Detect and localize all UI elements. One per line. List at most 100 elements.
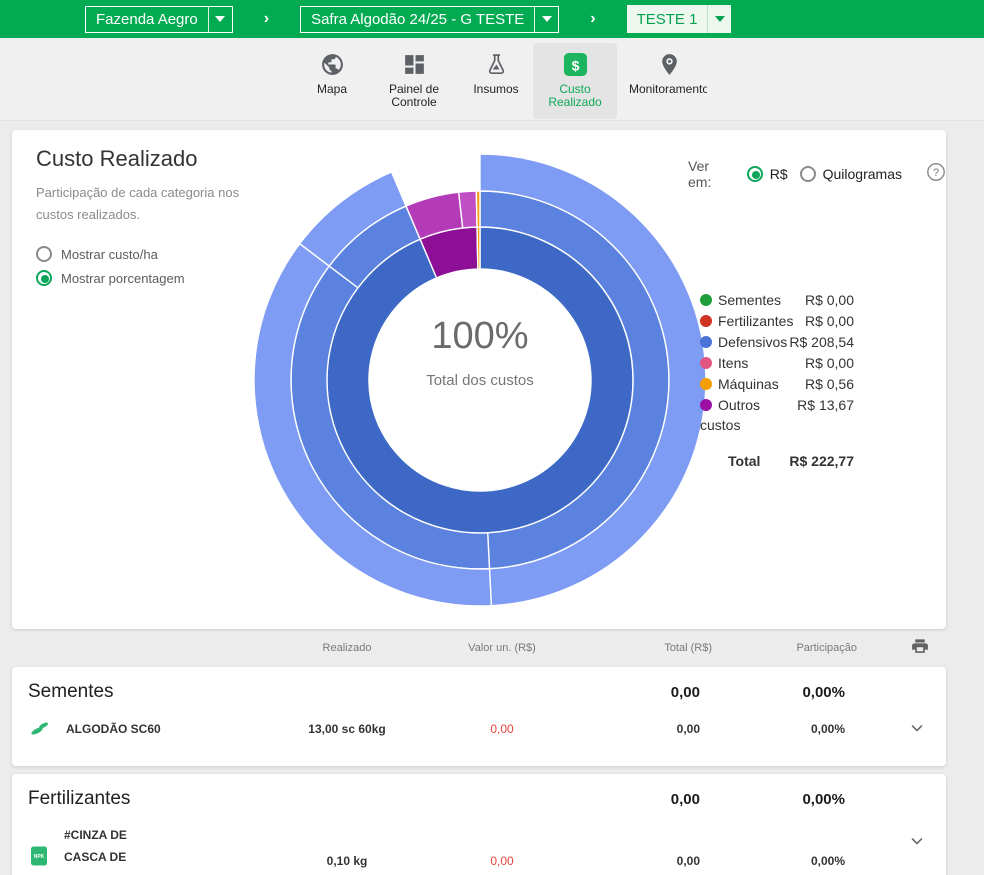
sunburst-segment[interactable] xyxy=(327,227,633,533)
tab-monitoramento[interactable]: Monitoramento xyxy=(617,43,707,119)
legend-dot-icon xyxy=(700,357,712,369)
radio-quilogramas[interactable]: Quilogramas xyxy=(800,166,902,182)
legend-item: ItensR$ 0,00 xyxy=(700,353,854,373)
tab-strip: Mapa Painel de Controle Insumos $ Custo … xyxy=(0,38,984,121)
legend-item-value: R$ 0,00 xyxy=(805,311,854,331)
section-participacao: 0,00% xyxy=(712,684,857,701)
expand-row-button[interactable] xyxy=(857,834,930,851)
product-realizado: 13,00 sc 60kg xyxy=(262,722,432,736)
legend-item: Máquinas R$ 0,56 xyxy=(700,374,854,394)
legend-item-value: R$ 13,67 xyxy=(797,395,854,415)
page-subtitle: Participação de cada categoria nos custo… xyxy=(36,182,248,226)
seed-icon xyxy=(28,717,52,741)
print-button[interactable] xyxy=(857,637,930,659)
radio-icon[interactable] xyxy=(36,246,52,262)
tabs: Mapa Painel de Controle Insumos $ Custo … xyxy=(295,43,707,119)
section-name: Sementes xyxy=(28,681,262,703)
radio-reais[interactable]: R$ xyxy=(747,166,788,182)
radio-label: Mostrar custo/ha xyxy=(61,247,158,262)
radio-icon-selected[interactable] xyxy=(747,166,763,182)
section-card-sementes: Sementes0,000,00%ALGODÃO SC6013,00 sc 60… xyxy=(12,667,946,766)
table-header-row: Realizado Valor un. (R$) Total (R$) Part… xyxy=(12,637,946,659)
product-total: 0,00 xyxy=(572,722,712,736)
legend-item-value: R$ 208,54 xyxy=(789,332,854,352)
svg-text:?: ? xyxy=(933,167,939,179)
chevron-down-icon[interactable] xyxy=(208,7,232,32)
expand-row-button[interactable] xyxy=(857,721,930,738)
radio-mostrar-custo-ha[interactable]: Mostrar custo/ha xyxy=(36,246,185,262)
chevron-down-icon xyxy=(910,834,924,848)
legend-item-value: R$ 0,56 xyxy=(805,374,854,394)
legend-item: DefensivosR$ 208,54 xyxy=(700,332,854,352)
season-selector-label: Safra Algodão 24/25 - G TESTE xyxy=(301,11,534,28)
legend-dot-icon xyxy=(700,336,712,348)
svg-text:$: $ xyxy=(571,57,579,73)
flask-icon xyxy=(484,52,509,77)
legend-item-label: Outros custos xyxy=(700,395,797,435)
col-header-participacao: Participação xyxy=(712,642,857,654)
svg-text:NPK: NPK xyxy=(34,854,45,860)
tab-mapa[interactable]: Mapa xyxy=(295,43,369,119)
product-valor-un: 0,00 xyxy=(432,854,572,868)
legend-dot-icon xyxy=(700,378,712,390)
legend-item-label: Fertilizantes xyxy=(700,311,793,331)
custo-realizado-panel: Custo Realizado Participação de cada cat… xyxy=(12,130,946,629)
chevron-down-icon[interactable] xyxy=(707,5,731,33)
season-selector[interactable]: Safra Algodão 24/25 - G TESTE xyxy=(300,6,559,33)
tab-insumos[interactable]: Insumos xyxy=(459,43,533,119)
tab-label: Monitoramento xyxy=(629,83,707,96)
map-pin-icon xyxy=(657,52,682,77)
help-icon[interactable]: ? xyxy=(926,162,946,187)
radio-label: Quilogramas xyxy=(823,166,902,182)
display-mode-radios: Mostrar custo/ha Mostrar porcentagem xyxy=(36,246,185,294)
plot-selector-label: TESTE 1 xyxy=(627,11,708,28)
product-name-cell: NPK#CINZA DECASCA DE xyxy=(28,824,262,868)
globe-icon xyxy=(320,52,345,77)
legend-item: Fertilizantes R$ 0,00 xyxy=(700,311,854,331)
col-header-valor-un: Valor un. (R$) xyxy=(432,642,572,654)
radio-label: R$ xyxy=(770,166,788,182)
legend-dot-icon xyxy=(700,315,712,327)
farm-selector-label: Fazenda Aegro xyxy=(86,11,208,28)
product-total: 0,00 xyxy=(572,854,712,868)
sunburst-segment[interactable] xyxy=(459,191,477,228)
legend-total-value: R$ 222,77 xyxy=(789,451,854,471)
radio-mostrar-porcentagem[interactable]: Mostrar porcentagem xyxy=(36,270,185,286)
legend-item-label: Máquinas xyxy=(700,374,779,394)
plot-selector[interactable]: TESTE 1 xyxy=(627,5,732,33)
product-participacao: 0,00% xyxy=(712,722,857,736)
product-name-cell: ALGODÃO SC60 xyxy=(28,717,262,741)
product-row[interactable]: ALGODÃO SC6013,00 sc 60kg0,000,000,00% xyxy=(28,717,930,741)
radio-icon[interactable] xyxy=(800,166,816,182)
page-title: Custo Realizado xyxy=(36,146,197,172)
top-bar: Fazenda Aegro › Safra Algodão 24/25 - G … xyxy=(0,0,984,38)
section-header: Sementes0,000,00% xyxy=(28,667,930,703)
fertilizer-icon: NPK xyxy=(28,844,50,868)
breadcrumb-separator-icon: › xyxy=(264,10,269,28)
chevron-down-icon[interactable] xyxy=(534,7,558,32)
legend-item: SementesR$ 0,00 xyxy=(700,290,854,310)
sunburst-segment[interactable] xyxy=(476,191,480,227)
legend-item-label: Itens xyxy=(700,353,748,373)
sunburst-segment[interactable] xyxy=(477,227,480,269)
legend-item-label: Defensivos xyxy=(700,332,787,352)
col-header-realizado: Realizado xyxy=(262,642,432,654)
tab-painel-de-controle[interactable]: Painel de Controle xyxy=(369,43,459,119)
farm-selector[interactable]: Fazenda Aegro xyxy=(85,6,233,33)
product-valor-un: 0,00 xyxy=(432,722,572,736)
product-name: ALGODÃO SC60 xyxy=(66,718,161,740)
product-row[interactable]: NPK#CINZA DECASCA DE0,10 kg0,000,000,00% xyxy=(28,824,930,868)
tab-label: Custo Realizado xyxy=(548,83,601,109)
legend-dot-icon xyxy=(700,294,712,306)
tab-custo-realizado[interactable]: $ Custo Realizado xyxy=(533,43,617,119)
unit-toggle: Ver em: R$ Quilogramas ? xyxy=(688,158,946,190)
col-header-total: Total (R$) xyxy=(572,642,712,654)
product-participacao: 0,00% xyxy=(712,854,857,868)
legend-dot-icon xyxy=(700,399,712,411)
section-participacao: 0,00% xyxy=(712,791,857,808)
radio-icon-selected[interactable] xyxy=(36,270,52,286)
sunburst-chart xyxy=(250,150,710,610)
chevron-down-icon xyxy=(910,721,924,735)
legend-item-label: Sementes xyxy=(700,290,781,310)
legend-total-label: Total xyxy=(728,451,760,471)
